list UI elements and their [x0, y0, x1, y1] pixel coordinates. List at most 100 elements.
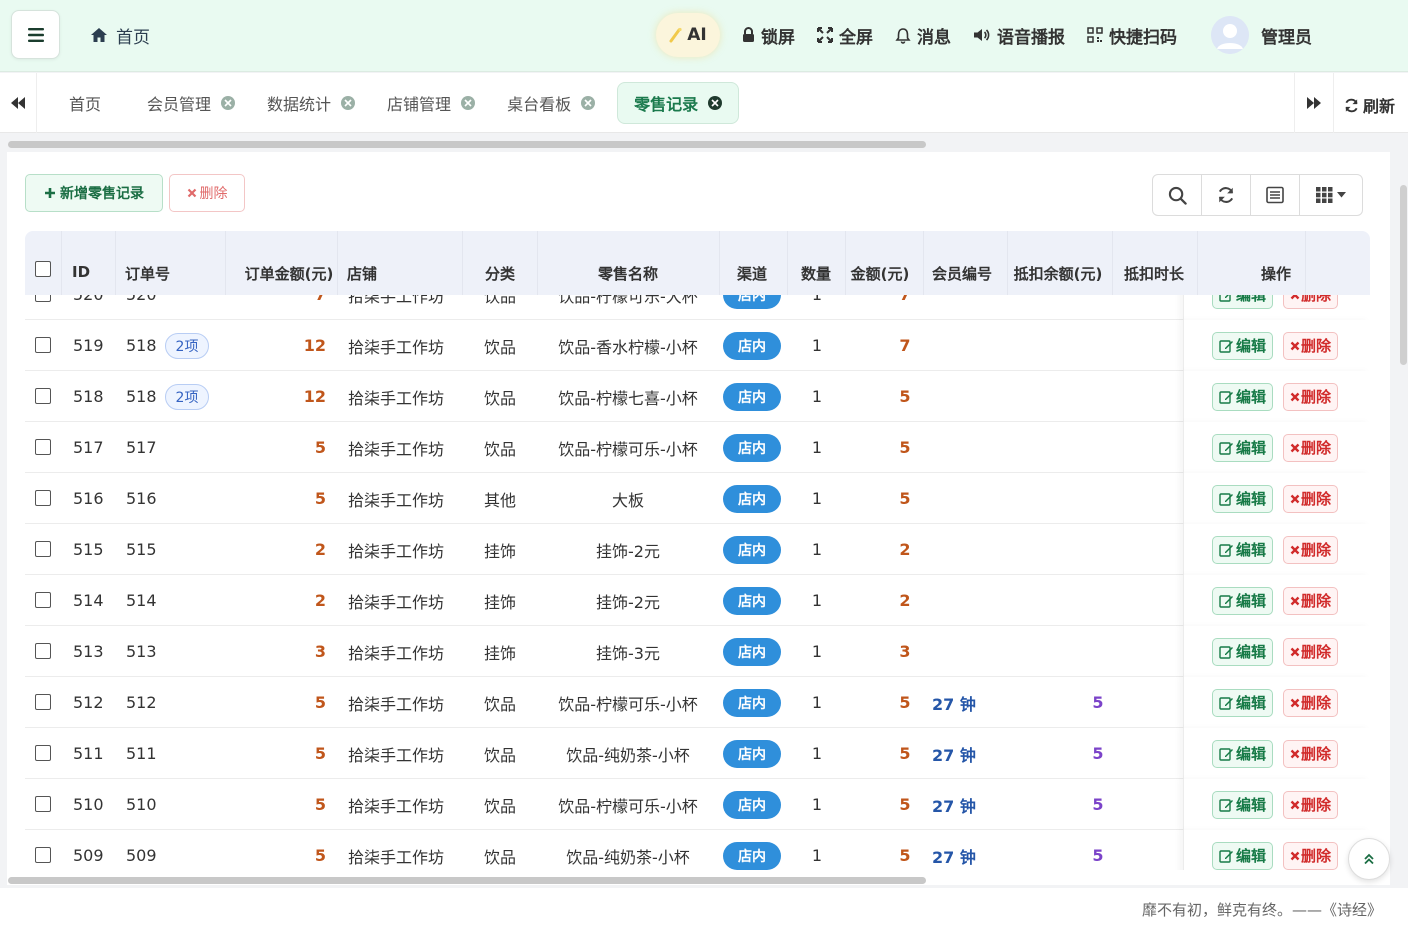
cell-order: 511	[126, 728, 157, 779]
cell-deduct-balance: 5	[1092, 795, 1104, 814]
table-row[interactable]: 513 513 3 拾柒手工作坊 挂饰 挂饰-3元 店内 1 3 编辑 删除	[25, 626, 1370, 677]
ai-button[interactable]: AI	[656, 13, 720, 57]
cell-id: 512	[73, 693, 104, 712]
edit-button[interactable]: 编辑	[1212, 739, 1274, 768]
tab-retail-records[interactable]: 零售记录	[617, 82, 740, 124]
table-row[interactable]: 519 518 2项 12 拾柒手工作坊 饮品 饮品-香水柠檬-小杯 店内 1 7 编辑 删除	[25, 320, 1370, 371]
delete-button[interactable]: 删除	[1283, 739, 1339, 768]
table-row[interactable]: 517 517 5 拾柒手工作坊 饮品 饮品-柠檬可乐-小杯 店内 1 5 编辑 删除	[25, 422, 1370, 473]
search-button[interactable]	[1152, 174, 1202, 216]
refresh-tab-button[interactable]: 刷新	[1344, 93, 1395, 117]
tabs-scroll-left-button[interactable]	[0, 73, 37, 133]
row-checkbox[interactable]	[35, 643, 51, 659]
close-icon[interactable]	[461, 96, 476, 110]
edit-button[interactable]: 编辑	[1212, 790, 1274, 819]
export-button[interactable]	[1250, 174, 1300, 216]
row-checkbox[interactable]	[35, 295, 51, 302]
column-settings-button[interactable]	[1299, 174, 1363, 216]
close-icon[interactable]	[221, 96, 236, 110]
edit-button[interactable]: 编辑	[1212, 484, 1274, 513]
lock-screen-button[interactable]: 锁屏	[742, 23, 795, 48]
table-row[interactable]: 518 518 2项 12 拾柒手工作坊 饮品 饮品-柠檬七喜-小杯 店内 1 5 编辑 删除	[25, 371, 1370, 422]
edit-icon	[1219, 492, 1233, 506]
row-checkbox[interactable]	[35, 745, 51, 761]
delete-button[interactable]: 删除	[1283, 484, 1339, 513]
row-checkbox[interactable]	[35, 796, 51, 812]
delete-button[interactable]: 删除	[1283, 586, 1339, 615]
tab-shop-management[interactable]: 店铺管理	[371, 82, 491, 124]
table-row[interactable]: 512 512 5 拾柒手工作坊 饮品 饮品-柠檬可乐-小杯 店内 1 5 27 钟 5 编辑 删除	[25, 677, 1370, 728]
edit-button[interactable]: 编辑	[1212, 295, 1274, 309]
delete-button[interactable]: 删除	[1283, 841, 1339, 870]
table-row[interactable]: 516 516 5 拾柒手工作坊 其他 大板 店内 1 5 编辑 删除	[25, 473, 1370, 524]
horizontal-scrollbar-top[interactable]	[8, 141, 926, 148]
cell-amount: 5	[899, 846, 911, 865]
row-checkbox[interactable]	[35, 592, 51, 608]
tabs-scroll-right-button[interactable]	[1294, 73, 1334, 133]
delete-button[interactable]: 删除	[1283, 637, 1339, 666]
times-icon	[1290, 749, 1300, 758]
select-all-checkbox[interactable]	[35, 261, 51, 277]
close-icon[interactable]	[708, 96, 723, 110]
messages-button[interactable]: 消息	[895, 23, 951, 48]
table-row[interactable]: 514 514 2 拾柒手工作坊 挂饰 挂饰-2元 店内 1 2 编辑 删除	[25, 575, 1370, 626]
tab-table-board[interactable]: 桌台看板	[491, 82, 611, 124]
tab-home[interactable]: 首页	[37, 82, 131, 124]
edit-button[interactable]: 编辑	[1212, 433, 1274, 462]
cell-retail-name: 饮品-香水柠檬-小杯	[558, 337, 698, 357]
times-icon	[1290, 596, 1300, 605]
edit-button[interactable]: 编辑	[1212, 688, 1274, 717]
row-checkbox[interactable]	[35, 541, 51, 557]
order-items-badge[interactable]: 2项	[164, 332, 210, 359]
delete-button[interactable]: 删除	[1283, 790, 1339, 819]
horizontal-scrollbar-bottom[interactable]	[8, 877, 926, 884]
vertical-scrollbar[interactable]	[1400, 185, 1407, 365]
fullscreen-button[interactable]: 全屏	[817, 23, 873, 48]
table-row[interactable]: 511 511 5 拾柒手工作坊 饮品 饮品-纯奶茶-小杯 店内 1 5 27 钟 5 编辑 删除	[25, 728, 1370, 779]
tab-data-statistics[interactable]: 数据统计	[251, 82, 371, 124]
voice-broadcast-button[interactable]: 语音播报	[973, 23, 1065, 48]
edit-button[interactable]: 编辑	[1212, 841, 1274, 870]
delete-button[interactable]: 删除	[1283, 535, 1339, 564]
table-row[interactable]: 515 515 2 拾柒手工作坊 挂饰 挂饰-2元 店内 1 2 编辑 删除	[25, 524, 1370, 575]
delete-button[interactable]: 删除	[1283, 433, 1339, 462]
tab-member-management[interactable]: 会员管理	[131, 82, 251, 124]
close-icon[interactable]	[581, 96, 596, 110]
row-checkbox[interactable]	[35, 388, 51, 404]
table-row[interactable]: 510 510 5 拾柒手工作坊 饮品 饮品-柠檬可乐-小杯 店内 1 5 27 钟 5 编辑 删除	[25, 779, 1370, 830]
reload-table-button[interactable]	[1201, 174, 1251, 216]
row-checkbox[interactable]	[35, 490, 51, 506]
row-checkbox[interactable]	[35, 439, 51, 455]
delete-button[interactable]: 删除	[1283, 331, 1339, 360]
edit-button[interactable]: 编辑	[1212, 535, 1274, 564]
edit-label: 编辑	[1236, 295, 1267, 304]
close-icon[interactable]	[341, 96, 356, 110]
menu-toggle-button[interactable]	[11, 10, 60, 59]
column-header: 订单号	[125, 265, 171, 283]
user-menu[interactable]: 管理员	[1211, 16, 1312, 54]
back-to-top-button[interactable]	[1348, 838, 1390, 880]
cell-shop: 拾柒手工作坊	[348, 592, 445, 612]
delete-button[interactable]: 删除	[1283, 688, 1339, 717]
table-row[interactable]: 509 509 5 拾柒手工作坊 饮品 饮品-纯奶茶-小杯 店内 1 5 27 钟 5 编辑 删除	[25, 830, 1370, 870]
add-retail-record-button[interactable]: 新增零售记录	[25, 174, 163, 212]
delete-button[interactable]: 删除	[1283, 295, 1339, 309]
table-row[interactable]: 520 520 7 拾柒手工作坊 饮品 饮品-柠檬可乐-大杯 店内 1 7 编辑 删除	[25, 295, 1370, 320]
order-items-badge[interactable]: 2项	[164, 383, 210, 410]
quick-scan-button[interactable]: 快捷扫码	[1087, 23, 1177, 48]
batch-delete-button[interactable]: 删除	[169, 174, 245, 212]
delete-button[interactable]: 删除	[1283, 382, 1339, 411]
home-link[interactable]: 首页	[90, 22, 150, 48]
delete-label: 删除	[1301, 796, 1332, 814]
tab-label: 桌台看板	[507, 95, 572, 114]
row-checkbox[interactable]	[35, 847, 51, 863]
edit-button[interactable]: 编辑	[1212, 382, 1274, 411]
row-checkbox[interactable]	[35, 694, 51, 710]
edit-button[interactable]: 编辑	[1212, 637, 1274, 666]
times-icon	[1290, 800, 1300, 809]
row-checkbox[interactable]	[35, 337, 51, 353]
edit-icon	[1219, 594, 1233, 608]
cell-amount: 5	[899, 795, 911, 814]
edit-button[interactable]: 编辑	[1212, 331, 1274, 360]
edit-button[interactable]: 编辑	[1212, 586, 1274, 615]
